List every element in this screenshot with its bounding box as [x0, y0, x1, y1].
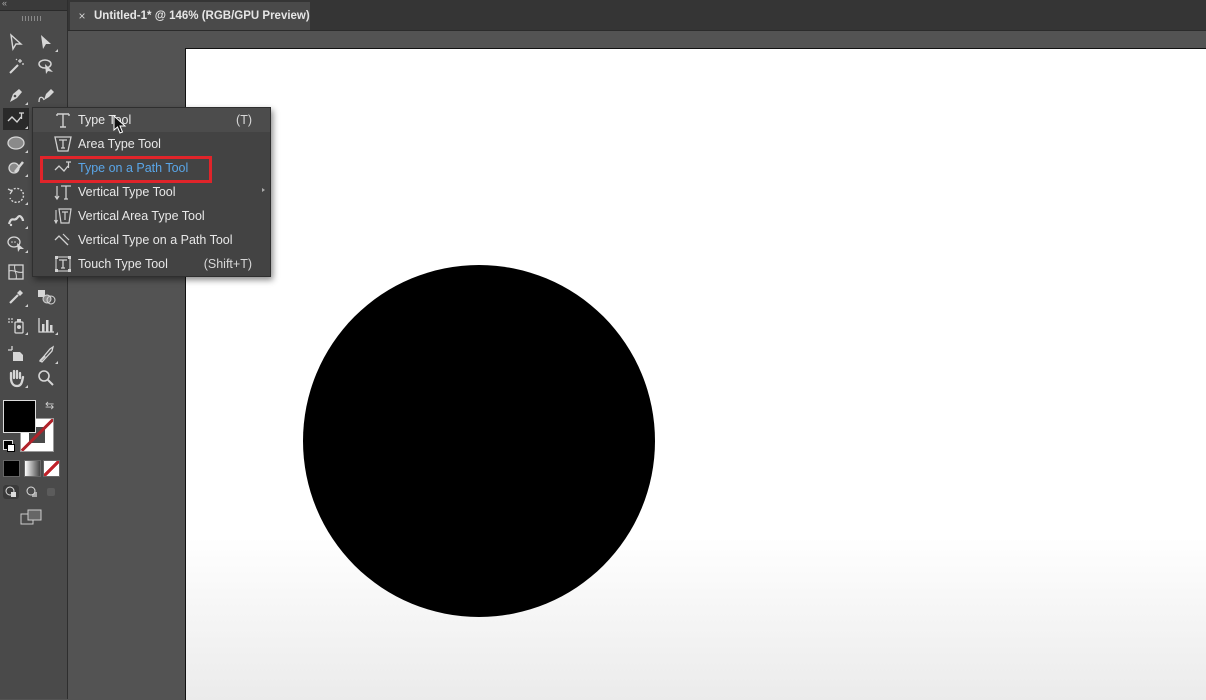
area-type-icon [51, 135, 75, 153]
flyout-item-type-tool[interactable]: Type Tool (T) [33, 108, 270, 132]
annotation-highlight-box [40, 156, 212, 183]
flyout-item-touch-type-tool[interactable]: Touch Type Tool (Shift+T) [33, 252, 270, 276]
type-icon [51, 111, 75, 129]
flyout-item-vertical-area-type-tool[interactable]: Vertical Area Type Tool [33, 204, 270, 228]
canvas-artwork [303, 265, 655, 617]
flyout-item-vertical-type-on-path-tool[interactable]: Vertical Type on a Path Tool [33, 228, 270, 252]
vertical-type-on-path-icon [51, 231, 75, 249]
mouse-cursor-icon [113, 115, 127, 134]
black-circle-shape[interactable] [303, 265, 655, 617]
vertical-area-type-icon [51, 207, 75, 225]
flyout-item-vertical-type-tool[interactable]: Vertical Type Tool [33, 180, 270, 204]
flyout-item-area-type-tool[interactable]: Area Type Tool [33, 132, 270, 156]
fill-color-swatch-front[interactable] [3, 400, 36, 433]
vertical-type-icon [51, 183, 75, 201]
submenu-arrow-icon [262, 188, 265, 192]
touch-type-icon [51, 255, 75, 273]
type-tools-flyout-menu: Type Tool (T) Area Type Tool Type on a P… [32, 107, 271, 277]
